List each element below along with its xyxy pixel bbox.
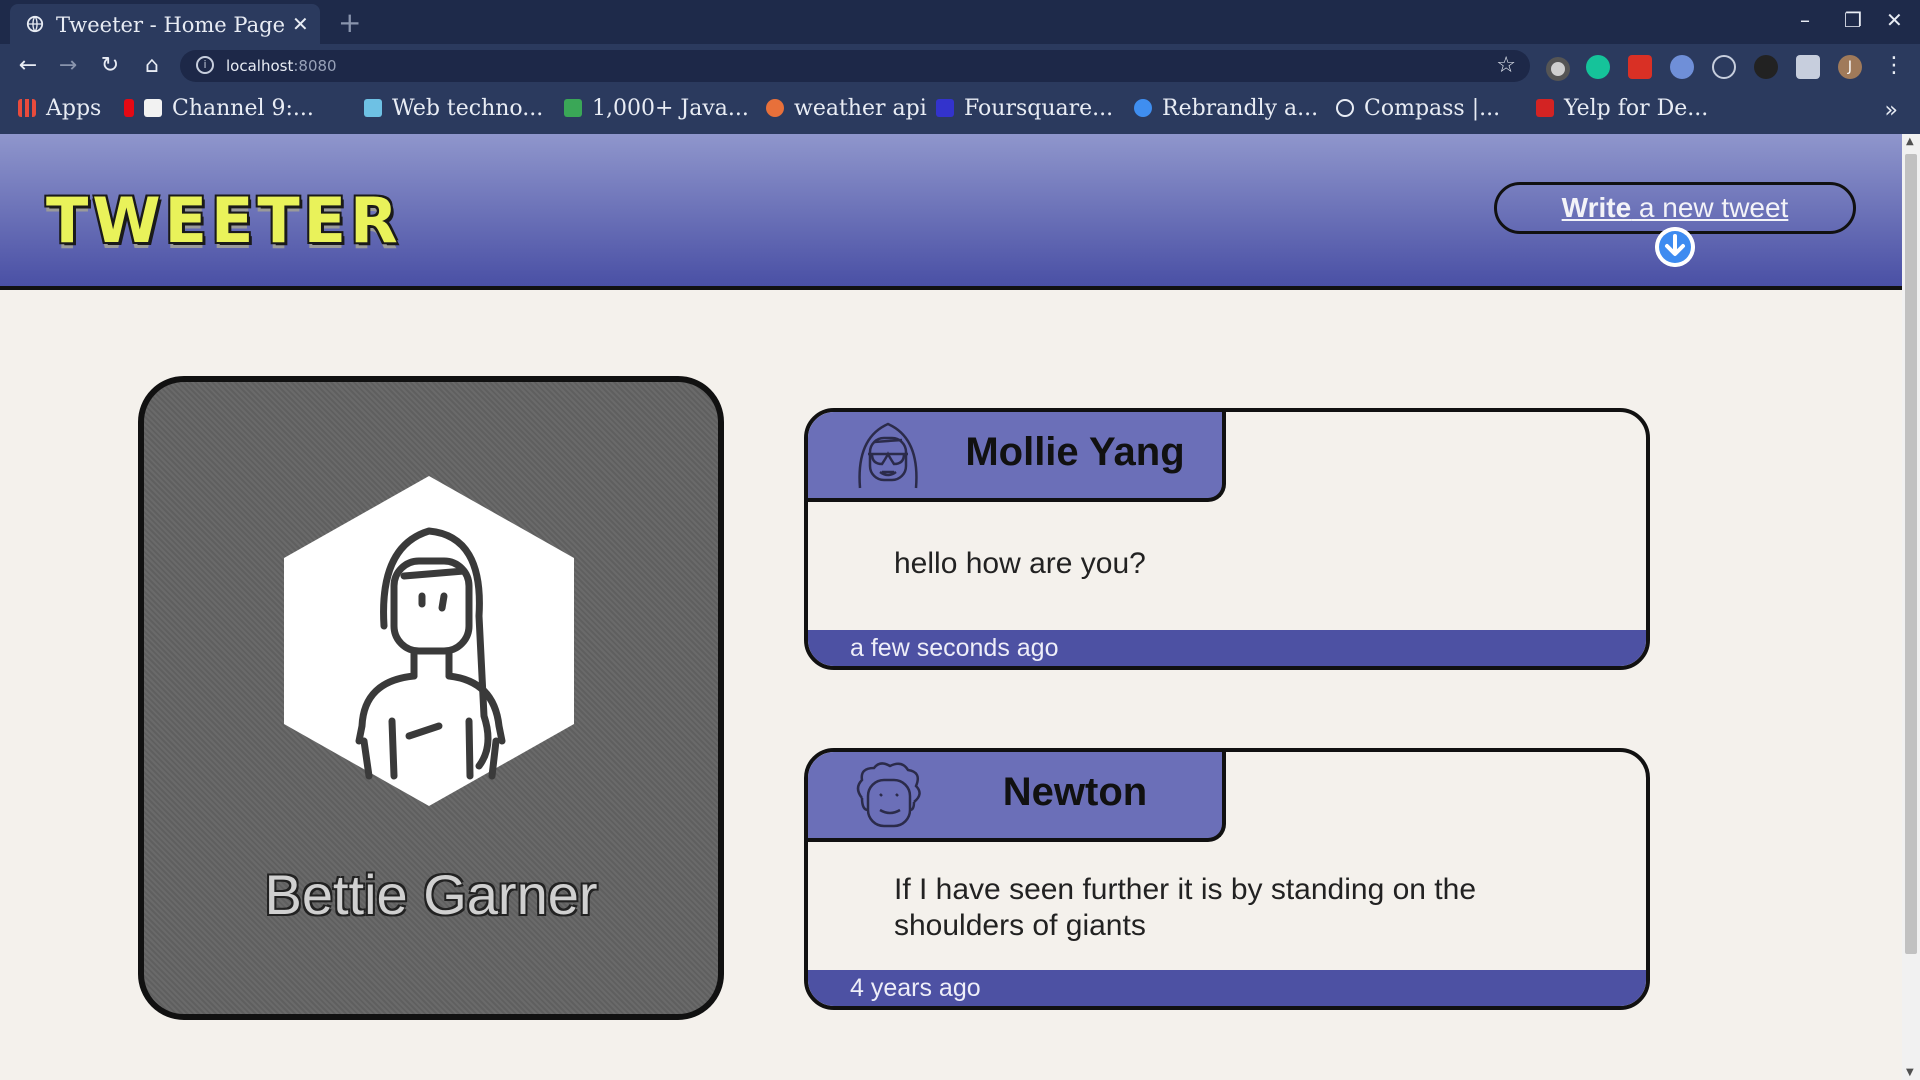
bookmark-label: 1,000+ Java... <box>592 96 749 121</box>
tweet-timestamp: a few seconds ago <box>850 634 1059 662</box>
extension-blue-icon[interactable] <box>1670 55 1694 79</box>
rebrandly-icon <box>1134 99 1152 117</box>
mdn-icon <box>364 99 382 117</box>
new-tab-button[interactable]: + <box>338 6 361 39</box>
browser-tab[interactable]: Tweeter - Home Page ✕ <box>10 4 320 44</box>
address-bar[interactable]: i localhost:8080 ☆ <box>180 50 1530 82</box>
bookmark-rebrandly[interactable]: Rebrandly a... <box>1134 96 1318 121</box>
react-devtools-icon[interactable] <box>1712 55 1736 79</box>
tweet-author: Mollie Yang <box>965 430 1185 474</box>
profile-avatar[interactable]: J <box>1838 55 1862 79</box>
bookmark-yelp[interactable]: Yelp for De... <box>1536 96 1708 121</box>
tweet-header: Newton <box>808 752 1226 842</box>
bookmark-apps[interactable]: Apps <box>18 96 101 121</box>
bookmark-label: Apps <box>46 96 102 121</box>
tweet-card: Mollie Yang hello how are you? a few sec… <box>804 408 1650 670</box>
site-logo[interactable]: TWEETER <box>46 184 402 257</box>
tweet-card: Newton If I have seen further it is by s… <box>804 748 1650 1010</box>
site-header: TWEETER Write a new tweet <box>0 134 1902 290</box>
extension-record-icon[interactable] <box>1546 57 1570 81</box>
grammarly-icon[interactable] <box>1586 55 1610 79</box>
back-button[interactable]: ← <box>14 52 42 80</box>
yelp-icon <box>1536 99 1554 117</box>
tab-bar: Tweeter - Home Page ✕ + – ❐ ✕ <box>0 0 1920 44</box>
bookmarks-overflow-button[interactable]: » <box>1885 98 1898 123</box>
home-button[interactable]: ⌂ <box>138 52 166 80</box>
java-site-icon <box>564 99 582 117</box>
apps-grid-icon <box>18 99 36 117</box>
page-scrollbar[interactable]: ▲ ▼ <box>1902 134 1920 1080</box>
url-text: localhost:8080 <box>226 57 337 75</box>
scroll-down-arrow-icon[interactable]: ▼ <box>1906 1067 1914 1078</box>
tweet-timestamp: 4 years ago <box>850 974 981 1002</box>
tweet-text: hello how are you? <box>894 547 1146 580</box>
info-icon[interactable]: i <box>196 56 214 74</box>
profile-name: Bettie Garner <box>264 863 598 926</box>
browser-menu-button[interactable]: ⋮ <box>1880 52 1908 80</box>
reload-button[interactable]: ↻ <box>96 52 124 80</box>
forward-button[interactable]: → <box>54 52 82 80</box>
url-host: localhost <box>226 57 294 75</box>
profile-card: Bettie Garner <box>138 376 724 1020</box>
tweet-header: Mollie Yang <box>808 412 1226 502</box>
bookmark-label: Channel 9:... <box>172 96 314 121</box>
tweet-footer: a few seconds ago <box>808 630 1646 666</box>
bookmark-star-icon[interactable]: ☆ <box>1496 53 1516 78</box>
url-port: :8080 <box>293 57 337 75</box>
write-bold-text: Write <box>1561 192 1632 223</box>
channel9-icon <box>144 99 162 117</box>
page-viewport: TWEETER Write a new tweet Bettie Garner <box>0 134 1902 1080</box>
tweet-text: If I have seen further it is by standing… <box>894 873 1477 942</box>
bookmarks-bar: Apps Channel 9:... Web techno... 1,000+ … <box>0 88 1920 134</box>
bookmark-web-technologies[interactable]: Web techno... <box>364 96 543 121</box>
tweet-footer: 4 years ago <box>808 970 1646 1006</box>
bookmark-compass[interactable]: Compass |... <box>1336 96 1500 121</box>
bookmark-label: Yelp for De... <box>1564 96 1709 121</box>
globe-icon <box>26 15 44 33</box>
bookmark-channel9[interactable]: Channel 9:... <box>124 96 314 121</box>
arrow-down-icon[interactable] <box>1655 227 1695 267</box>
tweet-author: Newton <box>1002 770 1148 814</box>
bookmark-label: Foursquare... <box>964 96 1114 121</box>
tab-close-icon[interactable]: ✕ <box>292 12 309 36</box>
weather-icon <box>766 99 784 117</box>
window-close-button[interactable]: ✕ <box>1886 8 1903 32</box>
scroll-up-arrow-icon[interactable]: ▲ <box>1906 136 1914 147</box>
browser-toolbar: ← → ↻ ⌂ i localhost:8080 ☆ J ⋮ <box>0 44 1920 88</box>
bookmark-label: weather api <box>794 96 927 121</box>
netflix-icon <box>124 99 134 117</box>
user-avatar-hexagon <box>284 476 574 806</box>
foursquare-icon <box>936 99 954 117</box>
extension-dark-icon[interactable] <box>1754 55 1778 79</box>
bookmark-foursquare[interactable]: Foursquare... <box>936 96 1113 121</box>
bookmark-label: Compass |... <box>1364 96 1501 121</box>
compass-icon <box>1336 99 1354 117</box>
extensions-puzzle-icon[interactable] <box>1796 55 1820 79</box>
bookmark-label: Rebrandly a... <box>1162 96 1319 121</box>
write-rest-text: a new tweet <box>1631 192 1789 223</box>
tab-title: Tweeter - Home Page <box>56 13 285 37</box>
bookmark-weather-api[interactable]: weather api <box>766 96 927 121</box>
extension-red-icon[interactable] <box>1628 55 1652 79</box>
scrollbar-thumb[interactable] <box>1905 154 1917 954</box>
bookmark-label: Web techno... <box>392 96 544 121</box>
bookmark-java[interactable]: 1,000+ Java... <box>564 96 749 121</box>
maximize-button[interactable]: ❐ <box>1844 8 1862 32</box>
minimize-button[interactable]: – <box>1800 8 1810 32</box>
